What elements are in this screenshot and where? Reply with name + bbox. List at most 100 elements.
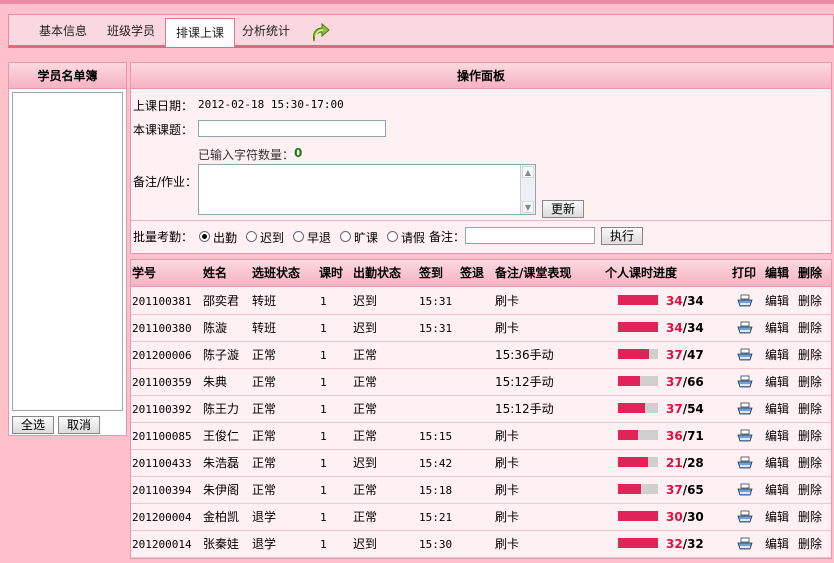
hours-cell: 1 xyxy=(320,322,327,335)
attendance-cell: 迟到 xyxy=(353,537,378,551)
printer-icon[interactable] xyxy=(737,375,753,389)
delete-link[interactable]: 删除 xyxy=(798,423,822,450)
edit-link[interactable]: 编辑 xyxy=(765,423,789,450)
student-name-cell: 王俊仁 xyxy=(203,429,240,443)
student-id-cell: 201100392 xyxy=(132,403,192,416)
delete-link[interactable]: 删除 xyxy=(798,342,822,369)
student-name-cell: 张秦娃 xyxy=(203,537,240,551)
execute-button[interactable]: 执行 xyxy=(601,227,643,245)
attendance-cell: 正常 xyxy=(353,348,378,362)
student-name-cell: 陈王力 xyxy=(203,402,240,416)
edit-link[interactable]: 编辑 xyxy=(765,531,789,558)
tab-analysis-stats[interactable]: 分析统计 xyxy=(232,17,300,46)
printer-icon[interactable] xyxy=(737,510,753,524)
col-sign-in: 签到 xyxy=(419,266,444,280)
remark-cell: 15:36手动 xyxy=(495,348,554,362)
printer-icon[interactable] xyxy=(737,321,753,335)
radio-present-label: 出勤 xyxy=(213,231,238,245)
col-delete: 删除 xyxy=(798,266,823,280)
attendance-cell: 正常 xyxy=(353,402,378,416)
progress-text: 30/30 xyxy=(666,504,704,531)
progress-bar-fill xyxy=(618,295,658,305)
col-name: 姓名 xyxy=(203,266,228,280)
progress-total: /71 xyxy=(682,429,704,443)
attendance-cell: 正常 xyxy=(353,510,378,524)
radio-early-leave[interactable] xyxy=(293,231,304,242)
col-hours: 课时 xyxy=(319,266,344,280)
remark-cell: 刷卡 xyxy=(495,456,520,470)
edit-link[interactable]: 编辑 xyxy=(765,288,789,315)
progress-done: 32 xyxy=(666,537,683,551)
remark-label: 备注： xyxy=(429,230,466,244)
progress-done: 30 xyxy=(666,510,683,524)
delete-link[interactable]: 删除 xyxy=(798,288,822,315)
attendance-cell: 正常 xyxy=(353,375,378,389)
progress-text: 21/28 xyxy=(666,450,704,477)
student-name-cell: 邵奕君 xyxy=(203,294,240,308)
hours-cell: 1 xyxy=(320,376,327,389)
remark-cell: 刷卡 xyxy=(495,321,520,335)
student-name-cell: 朱浩磊 xyxy=(203,456,240,470)
progress-bar xyxy=(618,403,658,413)
attendance-cell: 迟到 xyxy=(353,321,378,335)
col-sign-out: 签退 xyxy=(460,266,485,280)
delete-link[interactable]: 删除 xyxy=(798,531,822,558)
progress-bar xyxy=(618,295,658,305)
progress-bar-fill xyxy=(618,322,658,332)
roster-listbox[interactable] xyxy=(12,92,123,411)
textarea-scrollbar[interactable]: ▲ ▼ xyxy=(520,165,535,214)
edit-link[interactable]: 编辑 xyxy=(765,342,789,369)
scroll-up-icon[interactable]: ▲ xyxy=(522,166,534,178)
progress-done: 37 xyxy=(666,402,683,416)
edit-link[interactable]: 编辑 xyxy=(765,504,789,531)
printer-icon[interactable] xyxy=(737,456,753,470)
progress-total: /47 xyxy=(682,348,704,362)
remark-input[interactable] xyxy=(465,227,595,244)
col-edit: 编辑 xyxy=(765,266,790,280)
radio-leave[interactable] xyxy=(387,231,398,242)
printer-icon[interactable] xyxy=(737,429,753,443)
progress-text: 32/32 xyxy=(666,531,704,558)
delete-link[interactable]: 删除 xyxy=(798,504,822,531)
delete-link[interactable]: 删除 xyxy=(798,369,822,396)
remark-cell: 刷卡 xyxy=(495,537,520,551)
operation-panel-title: 操作面板 xyxy=(131,63,831,89)
edit-link[interactable]: 编辑 xyxy=(765,450,789,477)
edit-link[interactable]: 编辑 xyxy=(765,396,789,423)
edit-link[interactable]: 编辑 xyxy=(765,477,789,504)
progress-bar xyxy=(618,457,658,467)
progress-bar-fill xyxy=(618,484,641,494)
tab-class-students[interactable]: 班级学员 xyxy=(97,17,165,46)
edit-link[interactable]: 编辑 xyxy=(765,369,789,396)
radio-late[interactable] xyxy=(246,231,257,242)
tab-basic-info[interactable]: 基本信息 xyxy=(29,17,97,46)
delete-link[interactable]: 删除 xyxy=(798,396,822,423)
class-status-cell: 正常 xyxy=(252,456,277,470)
printer-icon[interactable] xyxy=(737,348,753,362)
radio-absent[interactable] xyxy=(340,231,351,242)
update-button[interactable]: 更新 xyxy=(542,200,584,218)
cancel-selection-button[interactable]: 取消 xyxy=(58,416,100,434)
edit-link[interactable]: 编辑 xyxy=(765,315,789,342)
select-all-button[interactable]: 全选 xyxy=(12,416,54,434)
printer-icon[interactable] xyxy=(737,483,753,497)
tab-schedule-class[interactable]: 排课上课 xyxy=(165,18,236,47)
topic-input[interactable] xyxy=(198,120,386,137)
delete-link[interactable]: 删除 xyxy=(798,450,822,477)
delete-link[interactable]: 删除 xyxy=(798,315,822,342)
hours-cell: 1 xyxy=(320,349,327,362)
scroll-down-icon[interactable]: ▼ xyxy=(522,201,534,213)
radio-present[interactable] xyxy=(199,231,210,242)
printer-icon[interactable] xyxy=(737,537,753,551)
attendance-cell: 迟到 xyxy=(353,294,378,308)
progress-total: /34 xyxy=(682,294,704,308)
delete-link[interactable]: 删除 xyxy=(798,477,822,504)
printer-icon[interactable] xyxy=(737,294,753,308)
class-status-cell: 转班 xyxy=(252,321,277,335)
sign-in-cell: 15:31 xyxy=(419,322,453,335)
class-status-cell: 正常 xyxy=(252,483,277,497)
note-homework-textarea[interactable]: ▲ ▼ xyxy=(198,164,536,215)
printer-icon[interactable] xyxy=(737,402,753,416)
refresh-arrow-icon[interactable] xyxy=(307,19,333,45)
table-row: 201200006 陈子漩 正常 1 正常 15:36手动 37/47 编辑 删除 xyxy=(131,342,831,369)
